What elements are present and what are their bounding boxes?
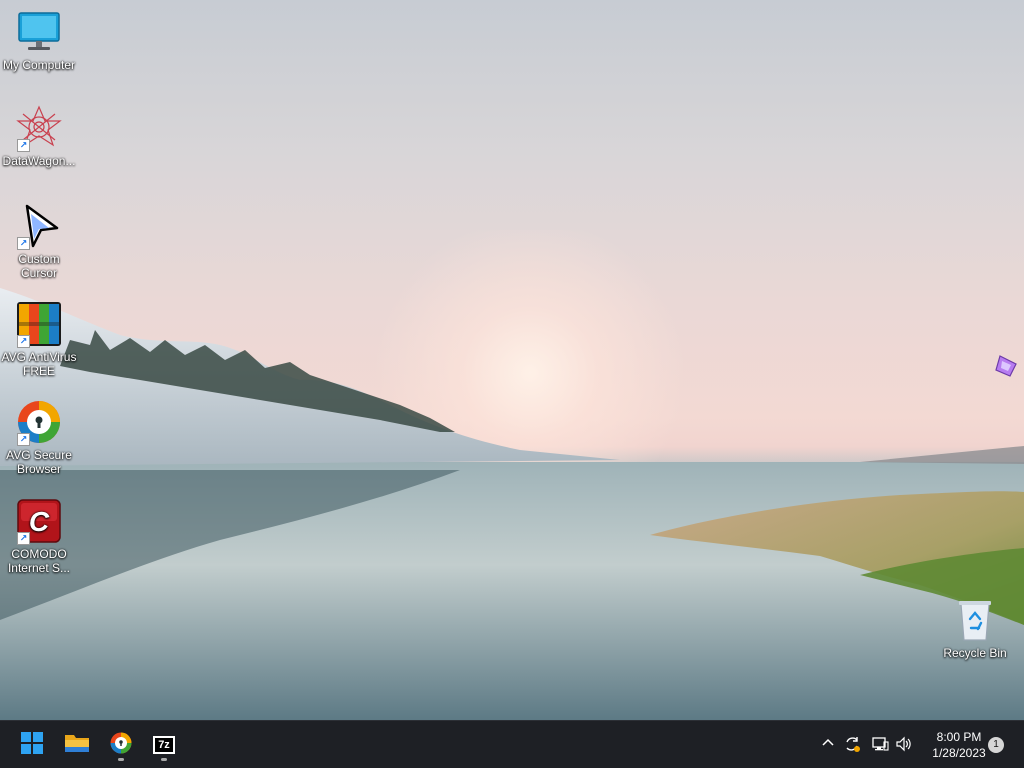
start-button[interactable] [14, 727, 50, 763]
desktop: My Computer ↗ DataWagon... ↗ Custom Curs… [0, 0, 1024, 720]
datawagon-icon: ↗ [15, 104, 63, 152]
folder-icon [64, 732, 90, 759]
running-indicator [118, 758, 124, 761]
desktop-icon-label: DataWagon... [2, 154, 76, 168]
shortcut-arrow-icon: ↗ [17, 139, 30, 152]
shortcut-arrow-icon: ↗ [17, 237, 30, 250]
desktop-icon-custom-cursor[interactable]: ↗ Custom Cursor [0, 202, 78, 280]
floating-widget-icon[interactable] [992, 352, 1020, 380]
volume-icon[interactable] [894, 735, 914, 755]
desktop-icon-datawagon[interactable]: ↗ DataWagon... [0, 104, 78, 168]
shortcut-arrow-icon: ↗ [17, 433, 30, 446]
sync-icon[interactable] [842, 735, 862, 755]
desktop-icon-label: Recycle Bin [943, 646, 1007, 660]
shortcut-arrow-icon: ↗ [17, 532, 30, 545]
avg-browser-icon [109, 731, 133, 760]
avg-icon: ↗ [15, 300, 63, 348]
desktop-icon-my-computer[interactable]: My Computer [0, 8, 78, 72]
wallpaper-landscape [0, 288, 1024, 720]
taskbar: 7z 8:00 PM 1/28/2023 1 [0, 720, 1024, 768]
chevron-up-icon[interactable] [818, 735, 838, 755]
running-indicator [161, 758, 167, 761]
taskbar-7zip-button[interactable]: 7z [146, 727, 182, 763]
7zip-label: 7z [158, 739, 170, 751]
desktop-icon-avg-antivirus[interactable]: ↗ AVG AntiVirus FREE [0, 300, 78, 378]
notification-badge[interactable]: 1 [988, 737, 1004, 753]
desktop-icon-label: AVG AntiVirus FREE [1, 350, 77, 378]
comodo-icon: C ↗ [15, 497, 63, 545]
monitor-icon [15, 8, 63, 56]
desktop-icon-label: AVG Secure Browser [6, 448, 72, 476]
shortcut-arrow-icon: ↗ [17, 335, 30, 348]
desktop-icon-comodo-internet-security[interactable]: C ↗ COMODO Internet S... [0, 497, 78, 575]
network-icon[interactable] [870, 735, 890, 755]
7zip-icon: 7z [153, 736, 175, 754]
desktop-icon-recycle-bin[interactable]: Recycle Bin [936, 596, 1014, 660]
svg-text:C: C [29, 506, 50, 537]
cursor-icon: ↗ [15, 202, 63, 250]
desktop-icon-label: Custom Cursor [18, 252, 60, 280]
desktop-icon-label: COMODO Internet S... [7, 547, 71, 575]
windows-start-icon [20, 731, 44, 760]
desktop-icon-label: My Computer [2, 58, 76, 72]
desktop-icon-avg-secure-browser[interactable]: ↗ AVG Secure Browser [0, 398, 78, 476]
taskbar-avg-secure-browser-button[interactable] [103, 727, 139, 763]
avg-browser-icon: ↗ [15, 398, 63, 446]
recycle-bin-icon [951, 596, 999, 644]
taskbar-file-explorer-button[interactable] [59, 727, 95, 763]
